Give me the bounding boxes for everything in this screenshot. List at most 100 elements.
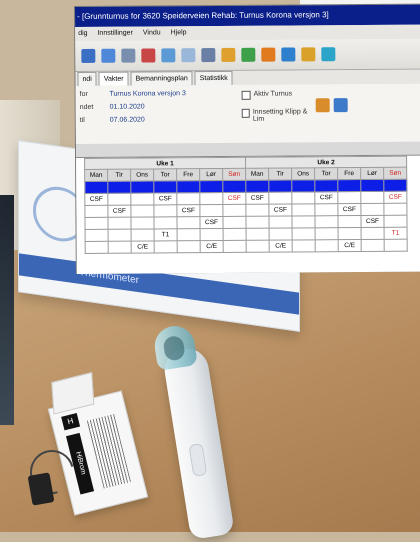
grid-cell[interactable] bbox=[130, 216, 155, 230]
toolbar-icon[interactable] bbox=[201, 48, 216, 63]
grid-cell[interactable] bbox=[176, 192, 200, 205]
tab-bemanningsplan[interactable]: Bemanningsplan bbox=[130, 71, 193, 86]
grid-cell[interactable] bbox=[177, 240, 201, 253]
toolbar-icon[interactable] bbox=[241, 47, 256, 62]
grid-cell[interactable]: T1 bbox=[154, 228, 178, 241]
grid-cell[interactable]: CSF bbox=[222, 192, 246, 205]
grid-cell[interactable] bbox=[384, 239, 408, 252]
grid-cell[interactable] bbox=[153, 204, 177, 217]
toolbar-icon[interactable] bbox=[261, 47, 276, 62]
grid-cell[interactable] bbox=[107, 193, 131, 206]
grid-cell[interactable] bbox=[199, 192, 223, 205]
grid-cell[interactable] bbox=[222, 204, 246, 217]
grid-cell[interactable]: C/E bbox=[131, 240, 155, 254]
grid-cell[interactable] bbox=[268, 191, 292, 205]
grid-cell[interactable] bbox=[314, 179, 338, 192]
toolbar-icon[interactable] bbox=[321, 47, 336, 62]
grid-cell[interactable] bbox=[176, 216, 201, 229]
start-date-value[interactable]: 01.10.2020 bbox=[110, 104, 145, 111]
grid-cell[interactable] bbox=[222, 180, 246, 193]
grid-cell[interactable] bbox=[199, 180, 223, 193]
grid-cell[interactable] bbox=[130, 192, 154, 206]
grid-cell[interactable] bbox=[292, 239, 316, 252]
grid-cell[interactable] bbox=[84, 205, 108, 218]
grid-cell[interactable] bbox=[176, 180, 200, 193]
grid-cell[interactable] bbox=[108, 241, 132, 254]
grid-cell[interactable] bbox=[85, 241, 109, 254]
name-value[interactable]: Turnus Korona versjon 3 bbox=[109, 90, 185, 98]
grid-cell[interactable] bbox=[84, 181, 108, 194]
grid-cell[interactable] bbox=[153, 216, 178, 229]
grid-cell[interactable]: CSF bbox=[176, 204, 200, 217]
grid-cell[interactable]: CSF bbox=[153, 192, 177, 205]
grid-cell[interactable] bbox=[268, 215, 293, 229]
grid-cell[interactable]: CSF bbox=[337, 203, 361, 216]
grid-cell[interactable] bbox=[360, 179, 384, 192]
grid-cell[interactable]: CSF bbox=[84, 193, 108, 206]
end-date-value[interactable]: 07.06.2020 bbox=[110, 117, 145, 124]
grid-cell[interactable]: C/E bbox=[338, 239, 362, 252]
tab-vakter[interactable]: Vakter bbox=[98, 71, 129, 86]
grid-cell[interactable]: CSF bbox=[360, 215, 385, 228]
grid-cell[interactable] bbox=[269, 227, 293, 241]
grid-cell[interactable] bbox=[246, 240, 270, 253]
grid-cell[interactable] bbox=[315, 239, 339, 252]
grid-cell[interactable]: CSF bbox=[383, 191, 407, 204]
toolbar-icon[interactable] bbox=[141, 48, 156, 63]
toolbar-icon[interactable] bbox=[161, 48, 176, 63]
checkbox-box[interactable] bbox=[241, 90, 251, 100]
people-icon[interactable] bbox=[315, 98, 330, 113]
tab-statistikk[interactable]: Statistikk bbox=[194, 70, 233, 86]
grid-cell[interactable] bbox=[199, 204, 223, 217]
grid-cell[interactable] bbox=[292, 227, 316, 240]
grid-cell[interactable]: T1 bbox=[384, 227, 408, 240]
grid-cell[interactable] bbox=[222, 216, 247, 229]
grid-cell[interactable] bbox=[153, 180, 177, 193]
toolbar-icon[interactable] bbox=[101, 48, 116, 63]
menu-item[interactable]: dig bbox=[78, 30, 87, 37]
toolbar-icon[interactable] bbox=[81, 48, 96, 63]
grid-cell[interactable] bbox=[291, 203, 315, 216]
grid-cell[interactable] bbox=[246, 228, 270, 241]
grid-cell[interactable] bbox=[337, 179, 361, 192]
toolbar-icon[interactable] bbox=[121, 48, 136, 63]
grid-cell[interactable] bbox=[338, 227, 362, 240]
grid-cell[interactable]: CSF bbox=[199, 216, 224, 229]
grid-cell[interactable] bbox=[200, 228, 224, 241]
tab-1[interactable]: ndi bbox=[77, 71, 97, 86]
checkbox-box[interactable] bbox=[241, 108, 250, 118]
grid-cell[interactable]: C/E bbox=[269, 239, 293, 253]
grid-cell[interactable] bbox=[84, 217, 109, 230]
grid-cell[interactable] bbox=[268, 179, 292, 193]
grid-cell[interactable] bbox=[383, 179, 407, 192]
active-turnus-checkbox[interactable]: Aktiv Turnus bbox=[241, 90, 293, 100]
grid-cell[interactable] bbox=[131, 228, 155, 242]
menu-item[interactable]: Vindu bbox=[143, 29, 161, 36]
grid-cell[interactable] bbox=[291, 215, 316, 228]
grid-cell[interactable] bbox=[361, 227, 385, 240]
grid-cell[interactable] bbox=[291, 191, 315, 204]
grid-cell[interactable] bbox=[314, 203, 338, 216]
grid-cell[interactable]: CSF bbox=[245, 192, 269, 205]
grid-cell[interactable] bbox=[314, 215, 339, 228]
toolbar-icon[interactable] bbox=[181, 48, 196, 63]
grid-cell[interactable] bbox=[361, 239, 385, 252]
grid-cell[interactable] bbox=[130, 204, 154, 218]
grid-cell[interactable] bbox=[245, 204, 269, 217]
grid-cell[interactable] bbox=[360, 203, 384, 216]
grid-cell[interactable] bbox=[360, 191, 384, 204]
toolbar-icon[interactable] bbox=[281, 47, 296, 62]
grid-cell[interactable] bbox=[337, 215, 362, 228]
menu-item[interactable]: Hjelp bbox=[171, 29, 187, 36]
menu-item[interactable]: Innstillinger bbox=[97, 30, 132, 37]
grid-cell[interactable] bbox=[245, 216, 270, 229]
grid-cell[interactable] bbox=[177, 228, 201, 241]
grid-cell[interactable] bbox=[107, 181, 131, 194]
grid-cell[interactable]: C/E bbox=[200, 240, 224, 253]
grid-cell[interactable] bbox=[154, 240, 178, 253]
grid-cell[interactable] bbox=[383, 203, 407, 216]
grid-cell[interactable] bbox=[245, 180, 269, 193]
grid-cell[interactable] bbox=[85, 229, 109, 242]
grid-cell[interactable] bbox=[383, 215, 408, 228]
grid-cell[interactable] bbox=[223, 228, 247, 241]
